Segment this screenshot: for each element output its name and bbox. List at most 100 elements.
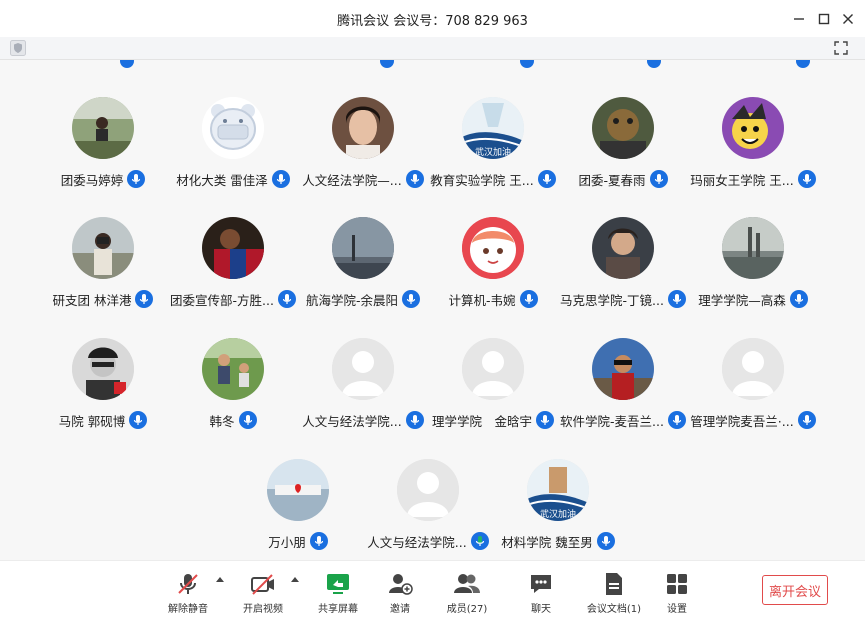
mic-icon xyxy=(519,290,538,308)
participant-name: 团委马婷婷 xyxy=(60,172,124,188)
settings-button[interactable]: 设置 xyxy=(645,571,709,619)
participant-name: 玛丽女王学院 王... xyxy=(690,172,794,188)
participant-tile[interactable]: 管理学院麦吾兰·... xyxy=(688,338,818,448)
caret-up-icon[interactable] xyxy=(215,575,225,585)
participant-name: 理学学院 金晗宇 xyxy=(431,413,532,429)
participant-tile[interactable]: 武汉加油 材料学院 魏至男 xyxy=(493,459,623,560)
mic-icon xyxy=(271,170,290,188)
mic-icon xyxy=(649,170,668,188)
meeting-toolbar: 解除静音 开启视频 共享屏幕 邀请 成员(27) 聊天 会议文档(1) 设置 离… xyxy=(0,560,865,624)
mic-icon xyxy=(647,60,661,68)
participant-tile[interactable]: 团委宣传部-方胜... xyxy=(168,217,298,327)
mic-icon xyxy=(520,60,534,68)
leave-meeting-button[interactable]: 离开会议 xyxy=(762,575,828,605)
participant-name: 计算机-韦婉 xyxy=(448,292,516,308)
participant-tile[interactable]: 软件学院-麦吾兰... xyxy=(558,338,688,448)
mic-icon xyxy=(796,60,810,68)
participant-name: 软件学院-麦吾兰... xyxy=(560,413,664,429)
participant-tile[interactable]: 人文经法学院—... xyxy=(298,97,428,207)
participant-tile[interactable]: 航海学院-余晨阳 xyxy=(298,217,428,327)
participant-tile[interactable]: 韩冬 xyxy=(168,338,298,448)
participant-tile[interactable]: 人文与经法学院... xyxy=(298,338,428,448)
chat-button[interactable]: 聊天 xyxy=(509,571,573,619)
avatar xyxy=(592,97,654,159)
mic-icon xyxy=(238,411,257,429)
mic-icon xyxy=(380,60,394,68)
close-button[interactable] xyxy=(836,7,860,31)
unmute-label: 解除静音 xyxy=(168,604,208,615)
participant-name: 韩冬 xyxy=(209,413,235,429)
mic-icon xyxy=(667,411,686,429)
participant-tile[interactable]: 理学学院 金晗宇 xyxy=(428,338,558,448)
participant-grid: 团委马婷婷 材化大类 雷佳泽 人文经法学院—... 武汉加油 教育实验学院 王.… xyxy=(0,60,865,560)
participant-tile[interactable]: 人文与经法学院... xyxy=(363,459,493,560)
start-video-label: 开启视频 xyxy=(243,604,283,615)
mic-icon xyxy=(596,532,615,550)
members-icon xyxy=(454,574,480,593)
participant-name: 人文与经法学院... xyxy=(302,413,402,429)
participant-name: 万小朋 xyxy=(268,534,306,550)
mic-active-icon xyxy=(470,532,489,550)
mic-icon xyxy=(789,290,808,308)
avatar xyxy=(72,217,134,279)
participant-tile[interactable]: 马克思学院-丁镜... xyxy=(558,217,688,327)
shield-icon[interactable] xyxy=(10,40,26,56)
meeting-docs-button[interactable]: 会议文档(1) xyxy=(582,571,646,619)
avatar: 武汉加油 xyxy=(462,97,524,159)
caret-up-icon[interactable] xyxy=(290,575,300,585)
fullscreen-icon[interactable] xyxy=(833,40,849,56)
avatar xyxy=(332,217,394,279)
settings-label: 设置 xyxy=(667,604,687,615)
mic-icon xyxy=(402,290,420,308)
participant-tile[interactable]: 武汉加油 教育实验学院 王... xyxy=(428,97,558,207)
start-video-button[interactable]: 开启视频 xyxy=(231,571,295,619)
avatar xyxy=(722,217,784,279)
participant-name: 人文与经法学院... xyxy=(367,534,467,550)
mic-icon xyxy=(667,290,686,308)
mic-muted-icon xyxy=(178,574,198,594)
avatar: 武汉加油 xyxy=(527,459,589,521)
chat-icon xyxy=(531,575,551,593)
mic-icon xyxy=(277,290,296,308)
participant-name: 团委-夏春雨 xyxy=(578,172,646,188)
avatar xyxy=(332,338,394,400)
minimize-button[interactable] xyxy=(787,7,811,31)
avatar xyxy=(202,97,264,159)
unmute-button[interactable]: 解除静音 xyxy=(156,571,220,619)
avatar xyxy=(462,217,524,279)
participant-tile[interactable]: 团委-夏春雨 xyxy=(558,97,688,207)
participant-tile[interactable]: 万小朋 xyxy=(233,459,363,560)
avatar xyxy=(332,97,394,159)
participant-tile[interactable]: 马院 郭砚博 xyxy=(38,338,168,448)
maximize-button[interactable] xyxy=(812,7,836,31)
avatar xyxy=(72,97,134,159)
avatar xyxy=(202,338,264,400)
participant-tile[interactable]: 材化大类 雷佳泽 xyxy=(168,97,298,207)
mic-icon xyxy=(797,170,816,188)
mic-icon xyxy=(405,411,424,429)
share-screen-label: 共享屏幕 xyxy=(318,604,358,615)
avatar xyxy=(462,338,524,400)
minimize-icon xyxy=(794,18,804,20)
mic-icon xyxy=(405,170,424,188)
meeting-docs-label: 会议文档(1) xyxy=(586,604,642,615)
participant-name: 研支团 林洋港 xyxy=(52,292,132,308)
participant-name: 马克思学院-丁镜... xyxy=(560,292,664,308)
avatar xyxy=(592,217,654,279)
avatar-caption: 武汉加油 xyxy=(475,146,511,158)
members-button[interactable]: 成员(27) xyxy=(435,571,499,619)
avatar xyxy=(722,338,784,400)
avatar xyxy=(722,97,784,159)
window-title: 腾讯会议 会议号：708 829 963 xyxy=(337,14,528,29)
participant-tile[interactable]: 计算机-韦婉 xyxy=(428,217,558,327)
avatar xyxy=(592,338,654,400)
camera-off-icon xyxy=(251,574,274,595)
participant-name: 航海学院-余晨阳 xyxy=(305,292,398,308)
participant-tile[interactable]: 理学学院—高森 xyxy=(688,217,818,327)
invite-button[interactable]: 邀请 xyxy=(368,571,432,619)
participant-tile[interactable]: 玛丽女王学院 王... xyxy=(688,97,818,207)
participant-tile[interactable]: 研支团 林洋港 xyxy=(38,217,168,327)
participant-tile[interactable]: 团委马婷婷 xyxy=(38,97,168,207)
participant-name: 理学学院—高森 xyxy=(698,292,786,308)
share-screen-button[interactable]: 共享屏幕 xyxy=(306,571,370,619)
